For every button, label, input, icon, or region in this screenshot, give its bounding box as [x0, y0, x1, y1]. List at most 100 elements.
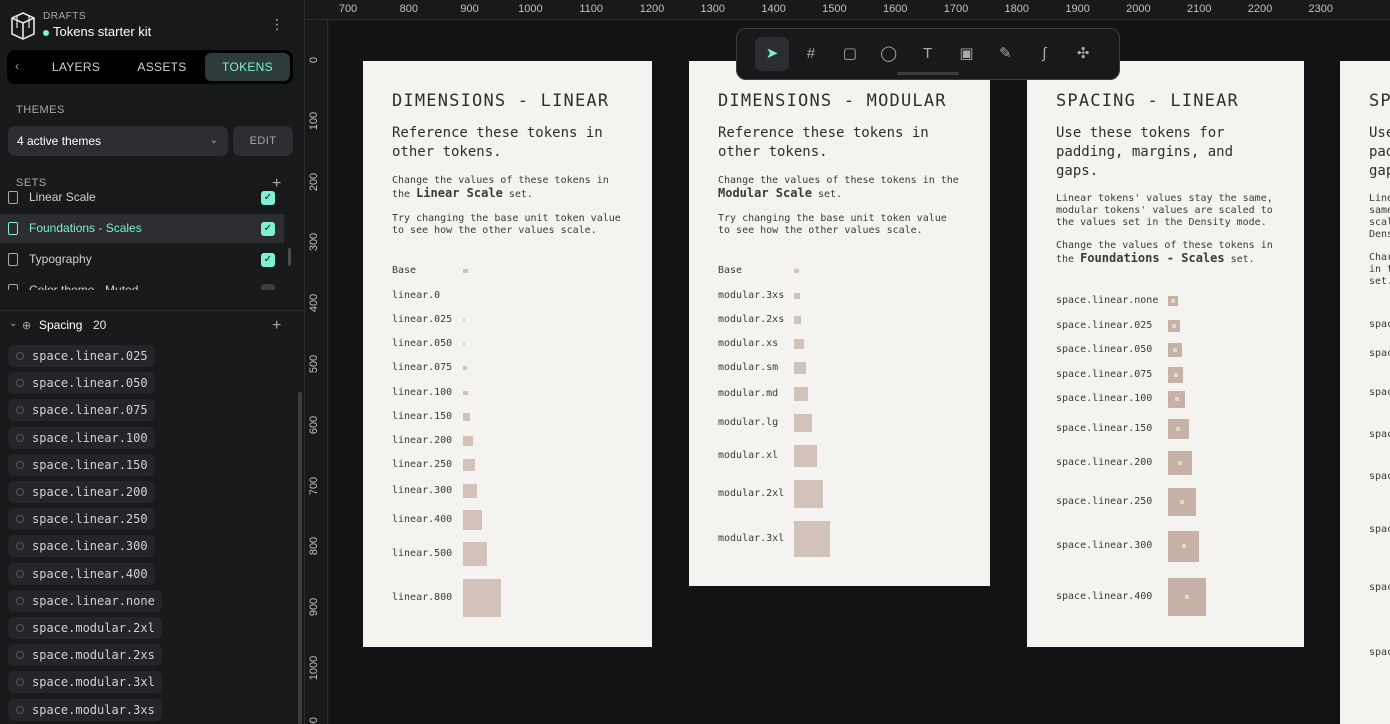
canvas[interactable]: DIMENSIONS - LINEAR Reference these toke…	[329, 21, 1390, 724]
token-row-label: space.linear.100	[1056, 393, 1153, 404]
token-pill-label: space.modular.2xs	[32, 648, 155, 663]
ellipse-tool-icon[interactable]: ◯	[872, 37, 906, 71]
sidebar-tabs: ‹ LAYERS ASSETS TOKENS	[7, 50, 293, 84]
set-item-color-theme-muted[interactable]: Color theme - Muted	[0, 276, 284, 290]
token-pill[interactable]: space.modular.3xl	[8, 671, 162, 694]
token-row-label: linear.050	[392, 338, 453, 349]
board-subtitle: Use these tokens for padding, margins, an…	[1056, 125, 1234, 179]
token-ring-icon	[16, 352, 24, 360]
tab-layers[interactable]: LAYERS	[37, 53, 115, 81]
set-item-linear-scale[interactable]: Linear Scale ✓	[0, 190, 284, 212]
image-tool-icon[interactable]: ▣	[950, 37, 984, 71]
token-swatch	[463, 413, 471, 421]
token-ring-icon	[16, 542, 24, 551]
token-pill[interactable]: space.linear.150	[8, 453, 155, 476]
token-row-label: space.linear.300	[1056, 540, 1153, 551]
set-checkbox[interactable]	[261, 284, 275, 290]
token-ring-icon	[16, 460, 24, 469]
token-swatch	[794, 386, 809, 402]
sets-list: Linear Scale ✓ Foundations - Scales ✓ Ty…	[0, 190, 292, 290]
token-row-label: modular.sm	[718, 362, 779, 373]
themes-select[interactable]: 4 active themes ⌄	[8, 126, 228, 156]
token-row-label: spac	[1369, 319, 1390, 330]
board-dimensions-linear[interactable]: DIMENSIONS - LINEAR Reference these toke…	[363, 61, 652, 647]
token-swatch	[794, 268, 799, 274]
ruler-tick-label: 1600	[882, 3, 908, 15]
ruler-tick-label: 100	[308, 111, 320, 130]
ruler-tick-label: 2000	[1126, 3, 1151, 15]
token-pill-label: space.linear.400	[32, 566, 148, 581]
tokens-scrollbar[interactable]	[298, 392, 302, 724]
token-swatch	[1168, 296, 1178, 306]
set-item-foundations-scales[interactable]: Foundations - Scales ✓	[0, 214, 284, 243]
project-name-text: Tokens starter kit	[53, 24, 152, 39]
token-pill[interactable]: space.linear.100	[8, 426, 155, 449]
token-pill-label: space.linear.200	[32, 485, 148, 499]
token-pill[interactable]: space.linear.050	[8, 372, 155, 395]
themes-heading: THEMES	[16, 104, 65, 116]
board-partial[interactable]: SP Usepadgap LinesamescalDens Charin tse…	[1340, 61, 1390, 724]
edit-themes-button[interactable]: EDIT	[233, 126, 293, 156]
path-tool-icon[interactable]: ∫	[1027, 37, 1061, 71]
token-pill-label: space.linear.250	[32, 512, 148, 527]
sets-scrollbar[interactable]	[288, 248, 291, 266]
token-pill[interactable]: space.linear.075	[8, 399, 155, 422]
project-name[interactable]: Tokens starter kit	[43, 24, 151, 39]
tab-tokens[interactable]: TOKENS	[205, 53, 290, 81]
ruler-tick-label: 1700	[943, 3, 969, 15]
set-item-typography[interactable]: Typography ✓	[0, 245, 284, 274]
board-paragraph: Linear tokens' values stay the same, modu…	[1056, 193, 1273, 228]
token-row-label: linear.250	[392, 459, 453, 470]
file-icon	[8, 284, 18, 290]
token-pill[interactable]: space.modular.2xl	[8, 617, 162, 639]
text-tool-icon[interactable]: T	[911, 37, 945, 71]
swatch-center	[1172, 348, 1177, 352]
token-pill[interactable]: space.linear.none	[8, 589, 162, 612]
plugins-tool-icon[interactable]: ✣	[1066, 37, 1100, 71]
token-pill[interactable]: space.linear.400	[8, 562, 155, 585]
pointer-tool-icon[interactable]: ➤	[755, 37, 789, 71]
token-ring-icon	[16, 406, 24, 415]
set-checkbox[interactable]: ✓	[261, 222, 275, 236]
token-row-label: linear.800	[392, 592, 453, 603]
ruler-tick-label: 900	[460, 3, 479, 15]
set-label: Color theme - Muted	[29, 283, 139, 290]
token-ring-icon	[16, 433, 24, 442]
set-checkbox[interactable]: ✓	[261, 253, 275, 267]
token-pill[interactable]: space.modular.3xs	[8, 698, 162, 721]
token-pill[interactable]: space.linear.300	[8, 535, 155, 558]
back-chevron-icon[interactable]: ‹	[15, 59, 29, 73]
pencil-tool-icon[interactable]: ✎	[988, 37, 1022, 71]
rectangle-tool-icon[interactable]: ▢	[833, 37, 867, 71]
token-row-label: linear.075	[392, 362, 453, 373]
caret-down-icon[interactable]: ⌄	[9, 318, 17, 329]
ruler-tick-label: 1100	[579, 3, 604, 15]
board-dimensions-modular[interactable]: DIMENSIONS - MODULAR Reference these tok…	[689, 61, 990, 586]
token-pill-label: space.linear.075	[32, 403, 148, 418]
board-subtitle: Reference these tokens in other tokens.	[392, 125, 603, 160]
token-swatch	[794, 362, 806, 374]
board-paragraph: Change the values of these tokens in the…	[718, 175, 959, 200]
token-group-spacing[interactable]: ⌄ ⊕ Spacing 20	[8, 318, 298, 334]
token-row-label: spac	[1369, 471, 1390, 482]
penpot-logo-icon[interactable]	[10, 12, 36, 40]
token-pill[interactable]: space.modular.2xs	[8, 644, 162, 667]
add-token-icon[interactable]: +	[272, 318, 281, 334]
token-row-label: linear.025	[392, 314, 453, 325]
set-checkbox[interactable]: ✓	[261, 191, 275, 205]
token-pill[interactable]: space.linear.025	[8, 345, 155, 367]
token-ring-icon	[16, 596, 24, 605]
ruler-tick-label: 1200	[639, 3, 665, 15]
board-tool-icon[interactable]: #	[794, 37, 828, 71]
token-row-label: modular.md	[718, 388, 779, 399]
token-pill[interactable]: space.linear.200	[8, 481, 155, 503]
token-row-label: space.linear.050	[1056, 344, 1153, 355]
board-spacing-linear[interactable]: SPACING - LINEAR Use these tokens for pad…	[1027, 61, 1304, 647]
board-title: SPACING - LINEAR	[1056, 91, 1239, 111]
menu-kebab-icon[interactable]: ⋮	[270, 16, 284, 33]
tab-assets[interactable]: ASSETS	[123, 53, 201, 81]
token-ring-icon	[16, 488, 24, 496]
toolbar-drag-handle[interactable]	[897, 72, 959, 75]
token-pill[interactable]: space.linear.250	[8, 508, 155, 531]
token-row-label: space.linear.025	[1056, 320, 1153, 331]
